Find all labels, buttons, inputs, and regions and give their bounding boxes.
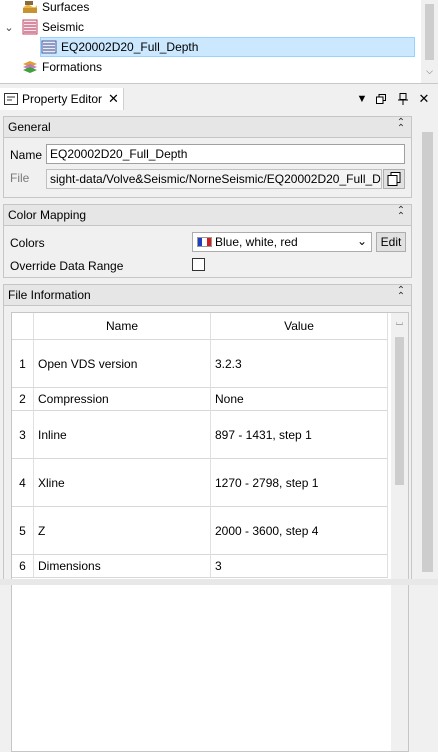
row-number: 3 bbox=[12, 411, 34, 459]
table-cell-name[interactable]: Xline bbox=[34, 459, 211, 507]
table-cell-name[interactable]: Z bbox=[34, 507, 211, 555]
tree-item-surfaces[interactable]: Surfaces bbox=[22, 0, 89, 17]
surfaces-icon bbox=[22, 0, 38, 15]
name-field[interactable]: EQ20002D20_Full_Depth bbox=[46, 144, 405, 164]
property-editor-scrollbar[interactable] bbox=[416, 112, 438, 585]
menu-arrow-icon[interactable]: ▼ bbox=[354, 91, 370, 107]
row-number: 2 bbox=[12, 388, 34, 411]
tree-scrollbar[interactable]: ⌵ bbox=[421, 0, 438, 83]
table-cell-value[interactable]: 1270 - 2798, step 1 bbox=[211, 459, 388, 507]
color-mapping-header[interactable]: Color Mapping ⌃ ⌃ bbox=[4, 205, 411, 226]
main-scroll-thumb[interactable] bbox=[422, 132, 433, 572]
seismic-icon bbox=[22, 19, 38, 35]
row-number: 4 bbox=[12, 459, 34, 507]
project-tree: Surfaces ⌄ Seismic EQ20002D20_Full_Depth… bbox=[0, 0, 438, 84]
tree-scroll-thumb[interactable] bbox=[425, 4, 434, 60]
colors-label: Colors bbox=[10, 236, 45, 250]
table-scrollbar[interactable]: ⌴ bbox=[391, 313, 408, 751]
table-cell-name[interactable]: Open VDS version bbox=[34, 340, 211, 388]
seismic-volume-icon bbox=[41, 39, 57, 55]
file-information-group: File Information ⌃ ⌃ Name Value 1 Open VD… bbox=[3, 284, 412, 752]
table-scroll-thumb[interactable] bbox=[395, 337, 404, 485]
edit-button[interactable]: Edit bbox=[376, 232, 406, 252]
property-editor-icon bbox=[4, 93, 18, 105]
general-header[interactable]: General ⌃ ⌃ bbox=[4, 117, 411, 138]
column-header-value[interactable]: Value bbox=[211, 313, 388, 340]
close-icon[interactable]: ✕ bbox=[108, 91, 119, 107]
property-editor-content: General ⌃ ⌃ Name EQ20002D20_Full_Depth Fi… bbox=[0, 112, 438, 752]
row-number: 5 bbox=[12, 507, 34, 555]
table-cell-name[interactable]: Inline bbox=[34, 411, 211, 459]
color-map-swatch-icon bbox=[197, 237, 212, 247]
table-cell-name[interactable]: Dimensions bbox=[34, 555, 211, 578]
name-label: Name bbox=[10, 148, 43, 162]
file-information-table: Name Value 1 Open VDS version 3.2.3 2 Co… bbox=[11, 312, 409, 752]
colors-dropdown[interactable]: Blue, white, red ⌄ bbox=[192, 232, 372, 252]
column-header-name[interactable]: Name bbox=[34, 313, 211, 340]
row-number: 1 bbox=[12, 340, 34, 388]
collapse-icon[interactable]: ⌃ ⌃ bbox=[395, 118, 407, 134]
close-panel-icon[interactable]: ✕ bbox=[416, 91, 432, 107]
table-cell-value[interactable]: 897 - 1431, step 1 bbox=[211, 411, 388, 459]
chevron-down-icon[interactable]: ⌄ bbox=[4, 22, 14, 34]
file-information-header[interactable]: File Information ⌃ ⌃ bbox=[4, 285, 411, 306]
bottom-edge bbox=[0, 579, 438, 585]
corner-header bbox=[12, 313, 34, 340]
tree-item-seismic[interactable]: Seismic bbox=[22, 17, 84, 37]
scroll-up-arrow-icon[interactable]: ⌴ bbox=[391, 317, 408, 328]
table-cell-name[interactable]: Compression bbox=[34, 388, 211, 411]
pin-icon[interactable] bbox=[395, 91, 411, 107]
property-editor-titlebar: Property Editor ✕ ▼ ✕ bbox=[0, 88, 438, 110]
table-cell-value[interactable]: None bbox=[211, 388, 388, 411]
table-cell-value[interactable]: 3 bbox=[211, 555, 388, 578]
table-cell-value[interactable]: 2000 - 3600, step 4 bbox=[211, 507, 388, 555]
override-data-range-checkbox[interactable] bbox=[192, 258, 205, 271]
row-number: 6 bbox=[12, 555, 34, 578]
collapse-icon[interactable]: ⌃ ⌃ bbox=[395, 286, 407, 302]
collapse-icon[interactable]: ⌃ ⌃ bbox=[395, 206, 407, 222]
property-editor-tab[interactable]: Property Editor ✕ bbox=[0, 88, 124, 110]
browse-file-button[interactable] bbox=[383, 169, 405, 189]
override-data-range-label: Override Data Range bbox=[10, 259, 124, 273]
tree-item-seismic-volume[interactable]: EQ20002D20_Full_Depth bbox=[40, 37, 415, 57]
chevron-down-icon: ⌄ bbox=[356, 234, 367, 248]
table-cell-value[interactable]: 3.2.3 bbox=[211, 340, 388, 388]
scroll-down-arrow-icon[interactable]: ⌵ bbox=[421, 66, 438, 77]
float-icon[interactable] bbox=[373, 91, 389, 107]
formations-icon bbox=[22, 59, 38, 75]
tree-item-formations[interactable]: Formations bbox=[22, 57, 102, 77]
color-mapping-group: Color Mapping ⌃ ⌃ Colors Blue, white, red… bbox=[3, 204, 412, 278]
file-path-field[interactable]: sight-data/Volve&Seismic/NorneSeismic/EQ… bbox=[46, 169, 382, 189]
general-group: General ⌃ ⌃ Name EQ20002D20_Full_Depth Fi… bbox=[3, 116, 412, 198]
copy-icon bbox=[387, 172, 401, 186]
file-label: File bbox=[10, 171, 30, 185]
